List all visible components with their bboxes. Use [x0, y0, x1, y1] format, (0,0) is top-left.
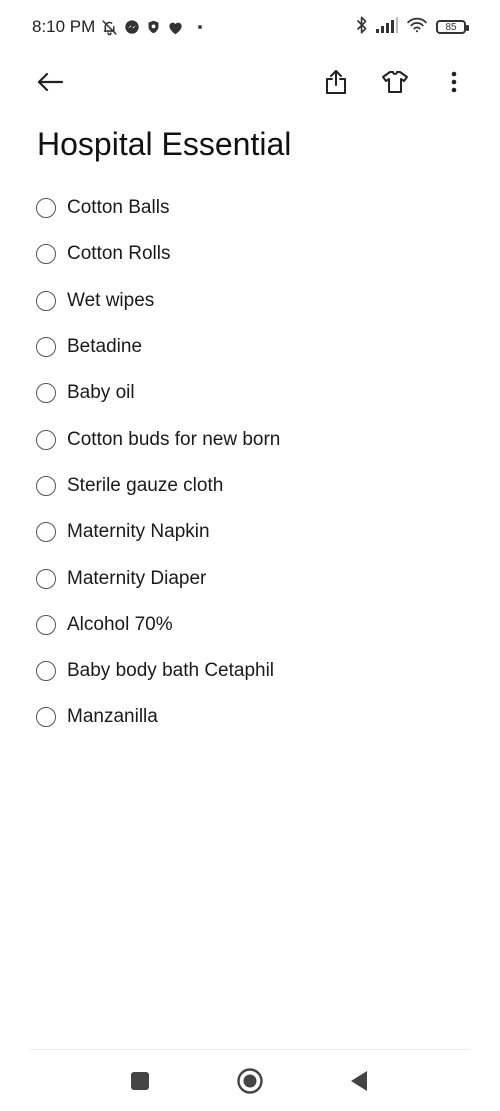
- checklist-item[interactable]: Manzanilla: [36, 694, 466, 740]
- status-bar: 8:10 PM 85: [0, 0, 500, 54]
- theme-button[interactable]: [375, 62, 415, 102]
- battery-icon: 85: [436, 20, 469, 34]
- checklist-item[interactable]: Cotton buds for new born: [36, 416, 466, 462]
- recents-square-icon: [131, 1072, 149, 1090]
- home-circle-icon: [237, 1068, 263, 1094]
- system-icons: 85: [356, 16, 469, 39]
- checklist-item[interactable]: Cotton Rolls: [36, 231, 466, 277]
- checkbox-circle-icon[interactable]: [36, 475, 56, 496]
- checkbox-circle-icon[interactable]: [36, 244, 56, 265]
- checklist-item-label: Sterile gauze cloth: [67, 474, 224, 496]
- checklist-item-label: Baby body bath Cetaphil: [67, 660, 275, 682]
- recents-button[interactable]: [123, 1064, 157, 1098]
- heart-icon: [167, 20, 184, 35]
- checkbox-circle-icon[interactable]: [36, 522, 56, 543]
- checkbox-circle-icon[interactable]: [36, 707, 56, 728]
- checklist-item-label: Manzanilla: [67, 706, 158, 728]
- checkbox-circle-icon[interactable]: [36, 290, 56, 311]
- back-triangle-icon: [351, 1071, 367, 1091]
- status-time: 8:10 PM: [32, 17, 96, 36]
- more-options-button[interactable]: [434, 62, 474, 102]
- checklist-item[interactable]: Sterile gauze cloth: [36, 463, 466, 509]
- checkbox-circle-icon[interactable]: [36, 661, 56, 682]
- checklist: Cotton Balls Cotton Rolls Wet wipes Betadin…: [36, 185, 466, 741]
- checklist-item-label: Maternity Napkin: [67, 521, 210, 543]
- checklist-item-label: Alcohol 70%: [67, 613, 173, 635]
- checklist-item-label: Cotton buds for new born: [67, 428, 281, 450]
- checklist-item[interactable]: Wet wipes: [36, 278, 466, 324]
- checklist-item-label: Betadine: [67, 336, 143, 358]
- checklist-item-label: Cotton Balls: [67, 197, 170, 219]
- checklist-item[interactable]: Cotton Balls: [36, 185, 466, 231]
- bell-off-icon: [101, 19, 118, 36]
- messenger-icon: [124, 19, 140, 35]
- checklist-item[interactable]: Alcohol 70%: [36, 602, 466, 648]
- home-button[interactable]: [233, 1064, 267, 1098]
- share-icon: [326, 70, 346, 94]
- checklist-item-label: Maternity Diaper: [67, 567, 207, 589]
- share-button[interactable]: [316, 62, 356, 102]
- checkbox-circle-icon[interactable]: [36, 614, 56, 635]
- checkbox-circle-icon[interactable]: [36, 568, 56, 589]
- checkbox-circle-icon[interactable]: [36, 383, 56, 404]
- back-arrow-icon: [37, 72, 64, 92]
- checklist-item-label: Cotton Rolls: [67, 243, 171, 265]
- signal-icon: [376, 16, 398, 38]
- back-button[interactable]: [30, 62, 70, 102]
- note-title[interactable]: Hospital Essential: [37, 126, 291, 163]
- top-app-bar: [0, 54, 500, 110]
- notification-icons: [101, 18, 202, 36]
- checklist-item[interactable]: Maternity Diaper: [36, 555, 466, 601]
- more-vertical-icon: [451, 71, 457, 93]
- checklist-item[interactable]: Baby oil: [36, 370, 466, 416]
- checklist-item[interactable]: Betadine: [36, 324, 466, 370]
- bluetooth-icon: [356, 16, 368, 39]
- checklist-item[interactable]: Maternity Napkin: [36, 509, 466, 555]
- shield-icon: [146, 19, 161, 35]
- checkbox-circle-icon[interactable]: [36, 198, 56, 219]
- system-back-button[interactable]: [342, 1064, 376, 1098]
- system-nav-bar: [0, 1050, 500, 1111]
- checkbox-circle-icon[interactable]: [36, 337, 56, 358]
- shirt-theme-icon: [382, 71, 408, 93]
- checklist-item-label: Wet wipes: [67, 289, 155, 311]
- wifi-icon: [406, 17, 428, 38]
- checklist-item-label: Baby oil: [67, 382, 135, 404]
- checklist-item[interactable]: Baby body bath Cetaphil: [36, 648, 466, 694]
- more-notifications-dot: [198, 25, 202, 29]
- checkbox-circle-icon[interactable]: [36, 429, 56, 450]
